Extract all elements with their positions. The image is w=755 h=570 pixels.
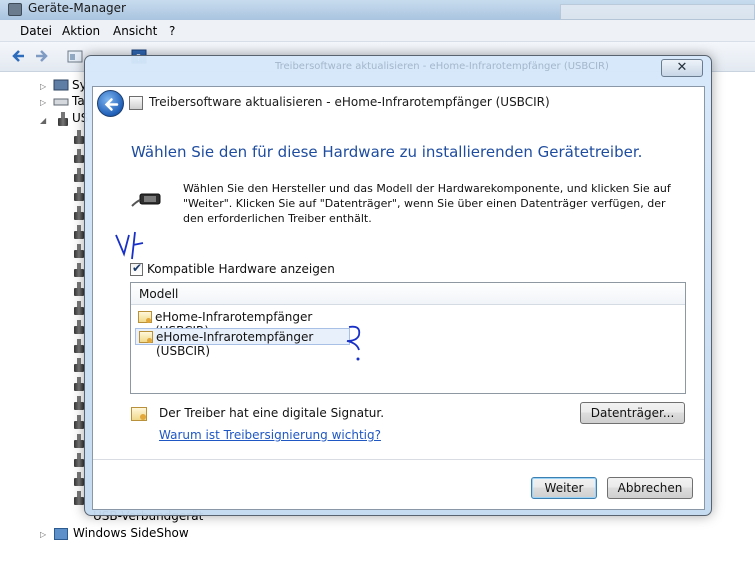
dialog-ghost-title: Treibersoftware aktualisieren - eHome-In… [275,61,609,72]
model-column-label: Modell [139,287,179,301]
usb-device-icon [74,491,84,505]
model-column-header[interactable]: Modell [131,283,685,305]
model-list-item-selected[interactable]: eHome-Infrarotempfänger (USBCIR) [135,328,350,358]
system-device-icon [53,79,69,91]
tree-expand-arrow-icon[interactable]: ▷ [40,82,46,91]
page-heading: Wählen Sie den für diese Hardware zu ins… [131,143,643,161]
signature-status-text: Der Treiber hat eine digitale Signatur. [159,406,385,420]
signature-help-link[interactable]: Warum ist Treibersignierung wichtig? [159,428,381,442]
wizard-icon [129,96,143,110]
usb-plug-icon [131,193,161,207]
tree-expand-arrow-icon[interactable]: ▷ [40,98,46,107]
usb-device-icon [74,453,84,467]
model-list-item-label: eHome-Infrarotempfänger (USBCIR) [156,330,314,358]
compatible-hardware-label: Kompatible Hardware anzeigen [147,262,335,276]
tree-expand-arrow-icon[interactable]: ▷ [40,530,46,539]
background-address-bar [560,4,755,20]
usb-device-icon [74,187,84,201]
menu-help[interactable]: ? [169,24,175,38]
usb-device-icon [74,282,84,296]
menu-ansicht[interactable]: Ansicht [113,24,157,38]
device-tree: ▷ Sy ▷ Ta ◢ US [0,72,90,570]
menu-bar: Datei Aktion Ansicht ? [0,20,755,42]
usb-device-icon [74,168,84,182]
usb-device-icon [74,206,84,220]
handwritten-annotation-mark [115,231,144,260]
usb-device-icon [74,130,84,144]
cancel-button[interactable]: Abbrechen [607,477,693,499]
close-button[interactable]: ✕ [661,59,703,77]
keyboard-device-icon [53,98,69,106]
wizard-title: Treibersoftware aktualisieren - eHome-In… [149,95,550,109]
usb-device-icon [74,415,84,429]
certificate-icon [138,311,152,323]
usb-device-icon [74,263,84,277]
usb-device-icon [74,320,84,334]
usb-device-icon [74,244,84,258]
checkmark-icon: ✔ [132,261,143,275]
usb-device-icon [74,339,84,353]
instruction-text: Wählen Sie den Hersteller und das Modell… [183,182,671,225]
certificate-icon [131,407,147,421]
device-manager-titlebar: Geräte-Manager [0,0,755,20]
device-manager-icon [8,3,22,16]
update-driver-dialog: Treibersoftware aktualisieren - eHome-In… [84,55,712,516]
usb-device-icon [74,358,84,372]
usb-device-icon [74,301,84,315]
compatible-hardware-checkbox[interactable]: ✔ [130,261,143,276]
tree-item-ta[interactable]: Ta [72,94,85,108]
handwritten-annotation-mark [346,325,361,361]
usb-device-icon [74,225,84,239]
back-toolbar-icon[interactable] [10,48,28,65]
tree-collapse-arrow-icon[interactable]: ◢ [40,116,46,125]
model-list-item[interactable]: eHome-Infrarotempfänger (USBCIR) [135,309,350,338]
forward-toolbar-icon[interactable] [32,48,50,65]
back-button[interactable] [97,90,124,117]
menu-aktion[interactable]: Aktion [62,24,100,38]
model-list[interactable]: Modell eHome-Infrarotempfänger (USBCIR) … [130,282,686,394]
next-button[interactable]: Weiter [531,477,597,499]
device-manager-title: Geräte-Manager [28,1,126,15]
usb-device-icon [74,396,84,410]
usb-controller-icon [58,112,68,126]
usb-device-icon [74,434,84,448]
close-icon: ✕ [676,60,688,75]
dialog-content: Treibersoftware aktualisieren - eHome-In… [92,86,705,510]
tree-item-windows-sideshow[interactable]: Windows SideShow [73,526,189,540]
button-area-divider [93,459,704,460]
usb-device-icon [74,472,84,486]
menu-datei[interactable]: Datei [20,24,52,38]
properties-toolbar-icon[interactable] [66,48,84,65]
back-arrow-icon [104,98,119,111]
usb-device-icon [74,149,84,163]
sideshow-device-icon [54,528,68,540]
have-disk-button[interactable]: Datenträger... [580,402,685,424]
usb-device-icon [74,377,84,391]
certificate-icon [139,331,153,343]
